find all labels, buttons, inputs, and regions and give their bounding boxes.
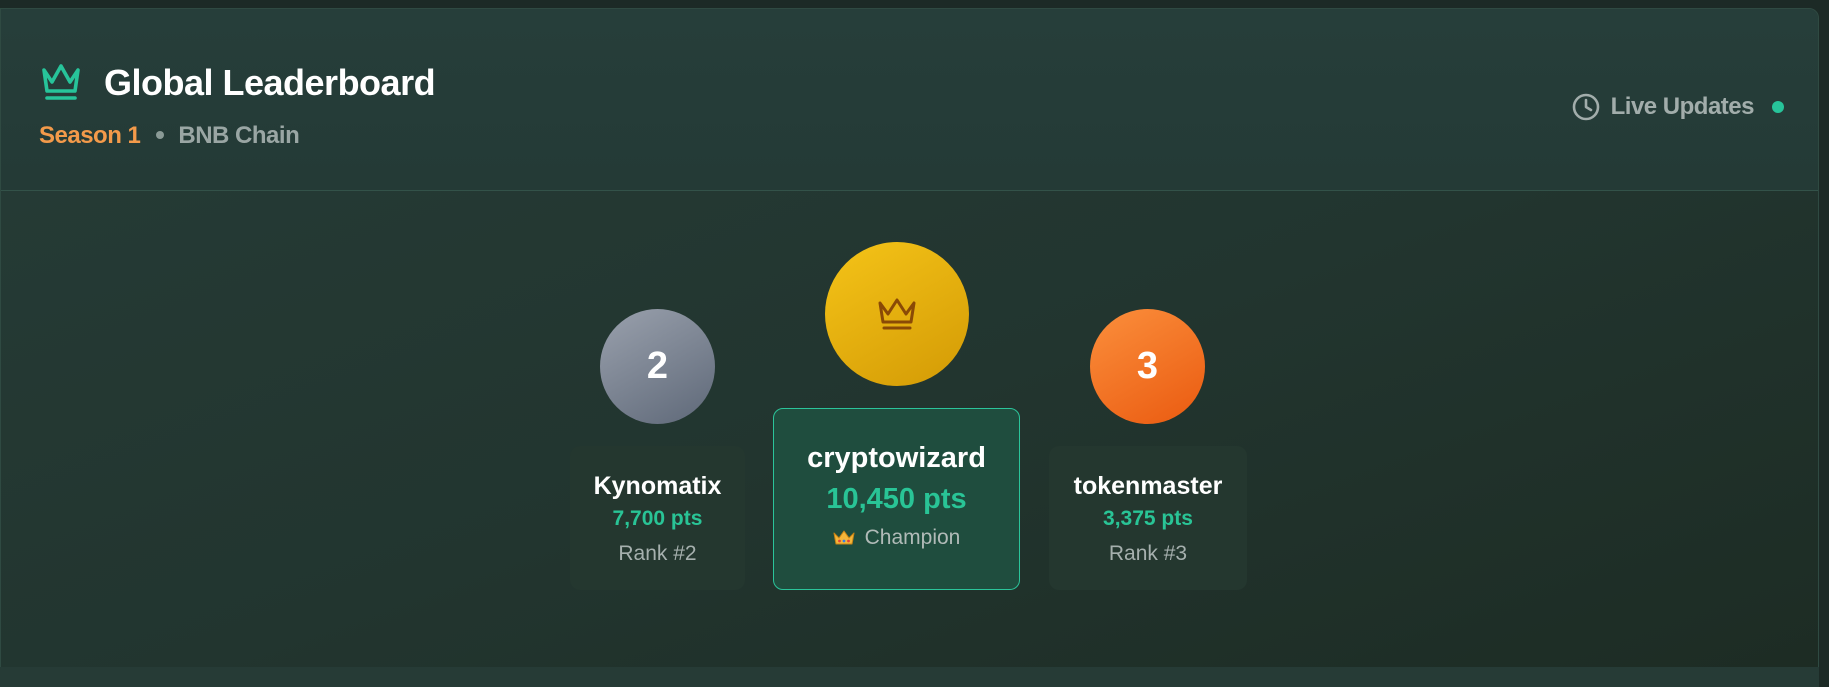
podium-card-champion[interactable]: cryptowizard 10,450 pts Champion [773, 408, 1020, 590]
rank-1-badge [825, 242, 969, 386]
rank-3-number: 3 [1136, 345, 1159, 387]
leaderboard-panel: Global Leaderboard Season 1 BNB Chain Liv… [0, 8, 1819, 668]
player-name: Kynomatix [593, 472, 722, 500]
player-points: 7,700 pts [612, 507, 703, 530]
rank-2-number: 2 [646, 345, 669, 387]
next-section-edge [0, 667, 1819, 687]
podium-card-second[interactable]: Kynomatix 7,700 pts Rank #2 [570, 446, 745, 590]
rank-3-badge: 3 [1090, 309, 1205, 424]
player-points: 10,450 pts [826, 483, 967, 515]
player-name: cryptowizard [807, 442, 986, 474]
chain-label: BNB Chain [178, 122, 300, 149]
page-title: Global Leaderboard [104, 62, 436, 103]
podium-card-third[interactable]: tokenmaster 3,375 pts Rank #3 [1049, 446, 1247, 590]
champion-label: Champion [864, 526, 961, 549]
champion-tag: Champion [833, 526, 961, 550]
leaderboard-header: Global Leaderboard Season 1 BNB Chain Liv… [1, 9, 1818, 191]
live-updates-label: Live Updates [1610, 93, 1755, 120]
crown-emoji-icon [833, 530, 855, 545]
live-indicator-dot [1772, 101, 1784, 113]
player-name: tokenmaster [1073, 472, 1223, 500]
player-points: 3,375 pts [1103, 507, 1193, 530]
live-updates-indicator: Live Updates [1571, 92, 1784, 122]
player-rank: Rank #3 [1108, 542, 1188, 565]
crown-icon [42, 64, 80, 100]
crown-icon [878, 298, 916, 330]
season-info: Season 1 BNB Chain [39, 122, 300, 150]
separator-dot [156, 130, 165, 139]
player-rank: Rank #2 [618, 542, 697, 565]
rank-2-badge: 2 [600, 309, 715, 424]
season-label: Season 1 [39, 122, 141, 149]
clock-icon [1572, 93, 1599, 121]
